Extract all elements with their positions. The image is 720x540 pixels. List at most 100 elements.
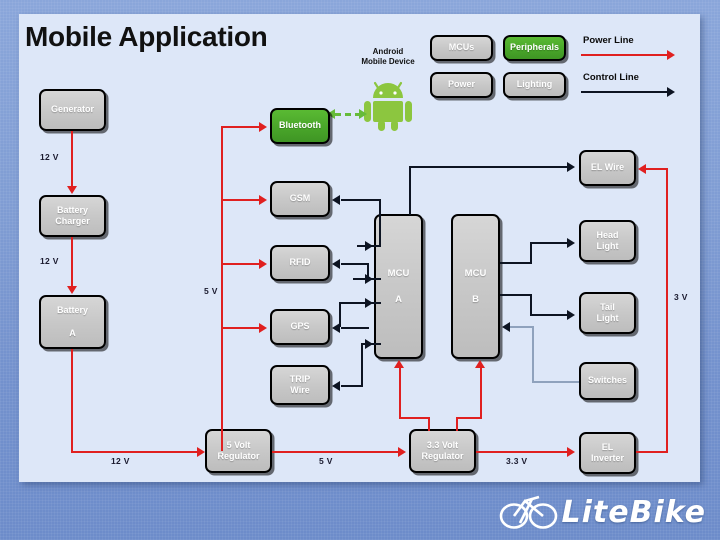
edge-mcub-tail-arrow bbox=[567, 310, 575, 320]
edge-reg5-to-reg33 bbox=[272, 451, 400, 453]
edge-charger-to-battery-arrow bbox=[67, 286, 77, 294]
node-head-light-label2: Light bbox=[596, 241, 619, 251]
node-33v-regulator-label: 3.3 Volt bbox=[426, 439, 459, 450]
edge-reg33-to-mcua-v2 bbox=[399, 367, 401, 417]
legend-control-line bbox=[581, 91, 669, 93]
edge-generator-to-charger bbox=[71, 131, 73, 187]
edge-mcub-head-v bbox=[530, 242, 532, 262]
node-trip-wire-label: TRIP bbox=[289, 373, 311, 384]
slide-panel: Mobile Application MCUs Peripherals Powe… bbox=[19, 14, 700, 482]
edge-charger-to-battery bbox=[71, 237, 73, 287]
edge-reg5-to-rail-riser bbox=[221, 427, 223, 451]
edge-inverter-to-elwire-h2 bbox=[646, 168, 668, 170]
node-gsm-label: GSM bbox=[289, 193, 311, 204]
android-device-caption: Android Mobile Device bbox=[345, 47, 431, 67]
edge-mcua-in-trip-arrow bbox=[365, 339, 373, 349]
node-mcu-b-label2: B bbox=[472, 293, 479, 305]
node-gsm: GSM bbox=[270, 181, 330, 217]
node-generator: Generator bbox=[39, 89, 106, 131]
node-5v-regulator-label2: Regulator bbox=[217, 451, 260, 461]
node-switches-label: Switches bbox=[587, 375, 627, 386]
legend-label-power: Power bbox=[447, 79, 475, 90]
voltage-label-charger-to-battery: 12 V bbox=[40, 256, 59, 266]
edge-mcua-trip-h1 bbox=[341, 385, 363, 387]
legend-box-peripherals: Peripherals bbox=[503, 35, 566, 61]
edge-reg33-to-mcub-v2 bbox=[480, 367, 482, 417]
node-generator-label: Generator bbox=[50, 104, 94, 115]
edge-mcua-gps-h1 bbox=[341, 327, 369, 329]
node-gps: GPS bbox=[270, 309, 330, 345]
node-battery-a: Battery A bbox=[39, 295, 106, 349]
edge-mcub-head-h2 bbox=[530, 242, 570, 244]
android-robot-icon bbox=[360, 76, 416, 132]
node-mcu-a: MCU A bbox=[374, 214, 423, 359]
android-caption-line1: Android bbox=[372, 47, 404, 56]
edge-trip-arrow bbox=[332, 381, 340, 391]
edge-mcub-head-h1 bbox=[500, 262, 532, 264]
node-battery-charger-label2: Charger bbox=[55, 216, 90, 226]
edge-gsm-arrow bbox=[332, 195, 340, 205]
node-33v-regulator: 3.3 Volt Regulator bbox=[409, 429, 476, 473]
edge-mcua-to-elwire-v bbox=[409, 166, 411, 215]
edge-inverter-to-elwire-arrow bbox=[638, 164, 646, 174]
edge-mcua-trip-v bbox=[361, 343, 363, 385]
logo-text: LiteBike bbox=[561, 494, 706, 530]
edge-mcua-gsm-h1 bbox=[341, 199, 381, 201]
edge-mcua-gsm-v bbox=[379, 199, 381, 245]
node-tail-light-label2: Light bbox=[596, 313, 619, 323]
edge-reg5-to-reg33-arrow bbox=[398, 447, 406, 457]
node-rfid-label: RFID bbox=[289, 257, 311, 268]
edge-mcua-in-gps-arrow bbox=[365, 298, 373, 308]
node-33v-regulator-label2: Regulator bbox=[421, 451, 464, 461]
edge-rail-to-gps-arrow bbox=[259, 323, 267, 333]
node-bluetooth-label: Bluetooth bbox=[279, 120, 321, 131]
edge-reg33-to-inverter bbox=[476, 451, 570, 453]
power-rail-5v-trunk bbox=[221, 126, 223, 439]
edge-reg33-to-mcua-v1 bbox=[428, 417, 430, 431]
node-gps-label: GPS bbox=[290, 321, 310, 332]
legend-power-line-arrow bbox=[667, 50, 675, 60]
node-trip-wire-label2: Wire bbox=[290, 385, 310, 395]
edge-rail-to-rfid bbox=[221, 263, 261, 265]
node-el-inverter-label: EL bbox=[601, 441, 614, 452]
edge-inverter-to-elwire-v bbox=[666, 168, 668, 451]
node-mcu-b: MCU B bbox=[451, 214, 500, 359]
legend-label-control-line: Control Line bbox=[583, 72, 639, 83]
voltage-label-reg5-to-reg33: 5 V bbox=[319, 456, 333, 466]
edge-reg33-to-mcub-h bbox=[456, 417, 482, 419]
edge-mcub-tail-v bbox=[530, 294, 532, 314]
edge-switches-mcub-h1 bbox=[532, 381, 579, 383]
node-head-light-label: Head bbox=[596, 229, 619, 240]
voltage-label-peripheral-rail: 5 V bbox=[204, 286, 218, 296]
page-title: Mobile Application bbox=[25, 21, 268, 52]
edge-reg33-to-mcua-arrow bbox=[394, 360, 404, 368]
edge-inverter-to-elwire-h1 bbox=[636, 451, 668, 453]
node-el-inverter-label2: Inverter bbox=[590, 453, 625, 463]
voltage-label-battery-to-reg5: 12 V bbox=[111, 456, 130, 466]
node-tail-light-label: Tail bbox=[600, 301, 615, 312]
legend-label-peripherals: Peripherals bbox=[509, 42, 560, 53]
node-el-wire: EL Wire bbox=[579, 150, 636, 186]
node-rfid: RFID bbox=[270, 245, 330, 281]
edge-mcua-in-rfid-arrow bbox=[365, 274, 373, 284]
edge-switches-mcub-arrow bbox=[502, 322, 510, 332]
edge-reg33-to-mcua-h bbox=[399, 417, 430, 419]
edge-mcua-in-gsm-arrow bbox=[365, 241, 373, 251]
edge-battery-to-reg5-vertical bbox=[71, 349, 73, 451]
edge-battery-to-reg5-horizontal bbox=[71, 451, 199, 453]
node-el-wire-label: EL Wire bbox=[590, 162, 625, 173]
node-head-light: Head Light bbox=[579, 220, 636, 262]
legend-control-line-arrow bbox=[667, 87, 675, 97]
edge-generator-to-charger-arrow bbox=[67, 186, 77, 194]
edge-mcua-to-elwire-h bbox=[409, 166, 569, 168]
edge-rail-to-rfid-arrow bbox=[259, 259, 267, 269]
edge-mcub-head-arrow bbox=[567, 238, 575, 248]
node-battery-a-label: Battery bbox=[56, 305, 88, 316]
node-5v-regulator: 5 Volt Regulator bbox=[205, 429, 272, 473]
edge-mcua-gps-h2 bbox=[339, 302, 381, 304]
legend-box-power: Power bbox=[430, 72, 493, 98]
bicycle-icon bbox=[499, 489, 559, 536]
edge-reg33-to-mcub-v1 bbox=[456, 417, 458, 431]
legend-power-line bbox=[581, 54, 669, 56]
node-el-inverter: EL Inverter bbox=[579, 432, 636, 474]
